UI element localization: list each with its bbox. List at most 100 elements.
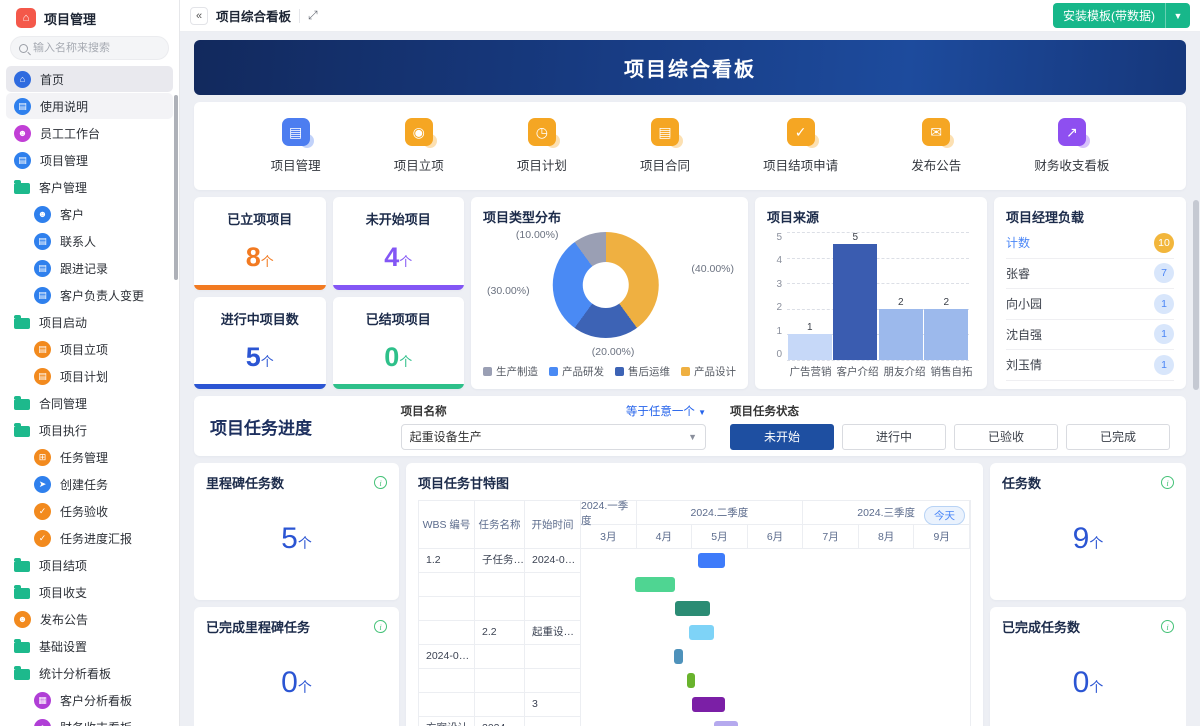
sidebar-item-label: 项目结项 xyxy=(39,557,87,574)
status-button-已验收[interactable]: 已验收 xyxy=(954,424,1058,450)
y-tick-label: 1 xyxy=(767,326,782,337)
sidebar-item-label: 客户负责人变更 xyxy=(60,287,144,304)
gantt-grid-cell xyxy=(475,573,525,597)
bottom-row: 里程碑任务数i5个已完成里程碑任务i0个 项目任务甘特图 今天 WBS 编号任务… xyxy=(194,463,1186,726)
filter-operator-dropdown[interactable]: 等于任意一个 ▼ xyxy=(626,403,706,419)
sidebar-item-项目启动[interactable]: 项目启动 xyxy=(6,309,173,335)
quicklink-财务收支看板[interactable]: ↗财务收支看板 xyxy=(1034,118,1109,174)
sidebar-item-项目执行[interactable]: 项目执行 xyxy=(6,417,173,443)
status-button-未开始[interactable]: 未开始 xyxy=(730,424,834,450)
sidebar-item-财务收支看板[interactable]: ⌂财务收支看板 xyxy=(6,714,173,726)
gantt-bar-物资采购 xyxy=(689,625,714,640)
banner-title: 项目综合看板 xyxy=(624,53,756,82)
gantt-quarter-header: 2024.二季度 xyxy=(637,501,804,525)
status-button-已完成[interactable]: 已完成 xyxy=(1066,424,1170,450)
bar-value-label: 2 xyxy=(898,297,904,308)
x-tick-label: 销售自拓 xyxy=(930,364,974,379)
info-icon[interactable]: i xyxy=(374,476,387,489)
pie-point-label: (30.00%) xyxy=(487,285,530,297)
search-input[interactable] xyxy=(33,42,160,54)
quicklink-label: 项目计划 xyxy=(517,155,567,174)
gantt-row-timeline xyxy=(581,669,970,693)
main-scrollbar[interactable] xyxy=(1193,200,1199,390)
bar-plot: 1522 xyxy=(787,232,969,360)
install-template-label: 安装模板(带数据) xyxy=(1053,7,1165,24)
kpi-card-unit: 个 xyxy=(1089,679,1103,695)
stat-card-value: 8个 xyxy=(246,242,274,273)
pie-point-label: (20.00%) xyxy=(592,346,635,358)
sidebar-item-合同管理[interactable]: 合同管理 xyxy=(6,390,173,416)
today-button[interactable]: 今天 xyxy=(924,506,965,525)
sidebar-item-项目计划[interactable]: ▤项目计划 xyxy=(6,363,173,389)
kpi-card-header: 任务数i xyxy=(1002,473,1174,492)
chart-title: 项目来源 xyxy=(767,207,975,226)
doc-icon: ▤ xyxy=(14,152,31,169)
sidebar-item-项目结项[interactable]: 项目结项 xyxy=(6,552,173,578)
sidebar-item-客户[interactable]: ☻客户 xyxy=(6,201,173,227)
install-template-button[interactable]: 安装模板(带数据) ▼ xyxy=(1053,3,1190,28)
sidebar-item-项目管理[interactable]: ▤项目管理 xyxy=(6,147,173,173)
chevron-down-icon[interactable]: ▼ xyxy=(1166,11,1190,21)
section-title: 项目任务进度 xyxy=(210,414,377,439)
sidebar-item-label: 项目立项 xyxy=(60,341,108,358)
sidebar-item-客户分析看板[interactable]: ▦客户分析看板 xyxy=(6,687,173,713)
sidebar-item-统计分析看板[interactable]: 统计分析看板 xyxy=(6,660,173,686)
bar-value-label: 2 xyxy=(943,297,949,308)
stat-card-accent-bar xyxy=(333,285,465,290)
quicklink-发布公告[interactable]: ✉发布公告 xyxy=(911,118,961,174)
quicklink-项目结项申请[interactable]: ✓项目结项申请 xyxy=(763,118,838,174)
manager-row-计数[interactable]: 计数10 xyxy=(1006,228,1174,259)
collapse-sidebar-icon[interactable]: « xyxy=(190,7,208,25)
sidebar-item-项目立项[interactable]: ▤项目立项 xyxy=(6,336,173,362)
sidebar-item-任务验收[interactable]: ✓任务验收 xyxy=(6,498,173,524)
sidebar-item-联系人[interactable]: ▤联系人 xyxy=(6,228,173,254)
bars-layer: 1522 xyxy=(787,232,969,360)
sidebar-item-基础设置[interactable]: 基础设置 xyxy=(6,633,173,659)
info-icon[interactable]: i xyxy=(1161,620,1174,633)
sidebar-item-项目收支[interactable]: 项目收支 xyxy=(6,579,173,605)
check-icon: ✓ xyxy=(34,530,51,547)
sidebar-item-客户管理[interactable]: 客户管理 xyxy=(6,174,173,200)
info-icon[interactable]: i xyxy=(1161,476,1174,489)
y-tick-label: 3 xyxy=(767,279,782,290)
gantt-grid-cell xyxy=(525,717,581,726)
sidebar-item-使用说明[interactable]: ▤使用说明 xyxy=(6,93,173,119)
manager-count-badge: 7 xyxy=(1154,263,1174,283)
sidebar-item-label: 任务验收 xyxy=(60,503,108,520)
manager-name[interactable]: 计数 xyxy=(1006,234,1030,251)
quicklink-项目管理[interactable]: ▤项目管理 xyxy=(271,118,321,174)
sidebar-item-任务进度汇报[interactable]: ✓任务进度汇报 xyxy=(6,525,173,551)
bar-column: 2 xyxy=(924,232,968,360)
stat-card-unit: 个 xyxy=(399,354,412,369)
doc-icon: ▤ xyxy=(651,118,679,146)
quicklink-项目合同[interactable]: ▤项目合同 xyxy=(640,118,690,174)
legend-item: 生产制造 xyxy=(483,364,538,379)
sidebar-item-跟进记录[interactable]: ▤跟进记录 xyxy=(6,255,173,281)
sidebar-item-员工工作台[interactable]: ☻员工工作台 xyxy=(6,120,173,146)
sidebar-item-客户负责人变更[interactable]: ▤客户负责人变更 xyxy=(6,282,173,308)
fullscreen-icon[interactable]: ⤢ xyxy=(308,8,318,23)
dashboard-content: 项目综合看板 ▤项目管理 ◉项目立项 ◷项目计划 ▤项目合同 ✓项目结项申请 ✉发布公告 ↗… xyxy=(180,32,1200,726)
status-button-group: 未开始进行中已验收已完成 xyxy=(730,424,1170,450)
status-button-进行中[interactable]: 进行中 xyxy=(842,424,946,450)
sidebar-item-首页[interactable]: ⌂首页 xyxy=(6,66,173,92)
sidebar-item-label: 基础设置 xyxy=(39,638,87,655)
sidebar-search[interactable] xyxy=(10,36,169,60)
quicklink-项目立项[interactable]: ◉项目立项 xyxy=(394,118,444,174)
search-icon xyxy=(19,44,28,53)
sidebar-item-任务管理[interactable]: ⊞任务管理 xyxy=(6,444,173,470)
sidebar-item-发布公告[interactable]: ☻发布公告 xyxy=(6,606,173,632)
grid-icon: ⊞ xyxy=(34,449,51,466)
info-icon[interactable]: i xyxy=(374,620,387,633)
gantt-row-timeline xyxy=(581,645,970,669)
stat-card-accent-bar xyxy=(194,285,326,290)
sidebar-scrollbar[interactable] xyxy=(174,95,178,280)
gantt-bar-生产制造 xyxy=(692,697,725,712)
sidebar-item-创建任务[interactable]: ➤创建任务 xyxy=(6,471,173,497)
gantt-col-header: 任务名称 xyxy=(475,501,525,549)
tab-dashboard[interactable]: 项目综合看板 xyxy=(216,6,291,25)
bar-客户介绍 xyxy=(833,244,877,360)
project-select[interactable]: 起重设备生产 ▼ xyxy=(401,424,706,450)
quicklink-项目计划[interactable]: ◷项目计划 xyxy=(517,118,567,174)
sidebar-item-label: 财务收支看板 xyxy=(60,719,132,726)
